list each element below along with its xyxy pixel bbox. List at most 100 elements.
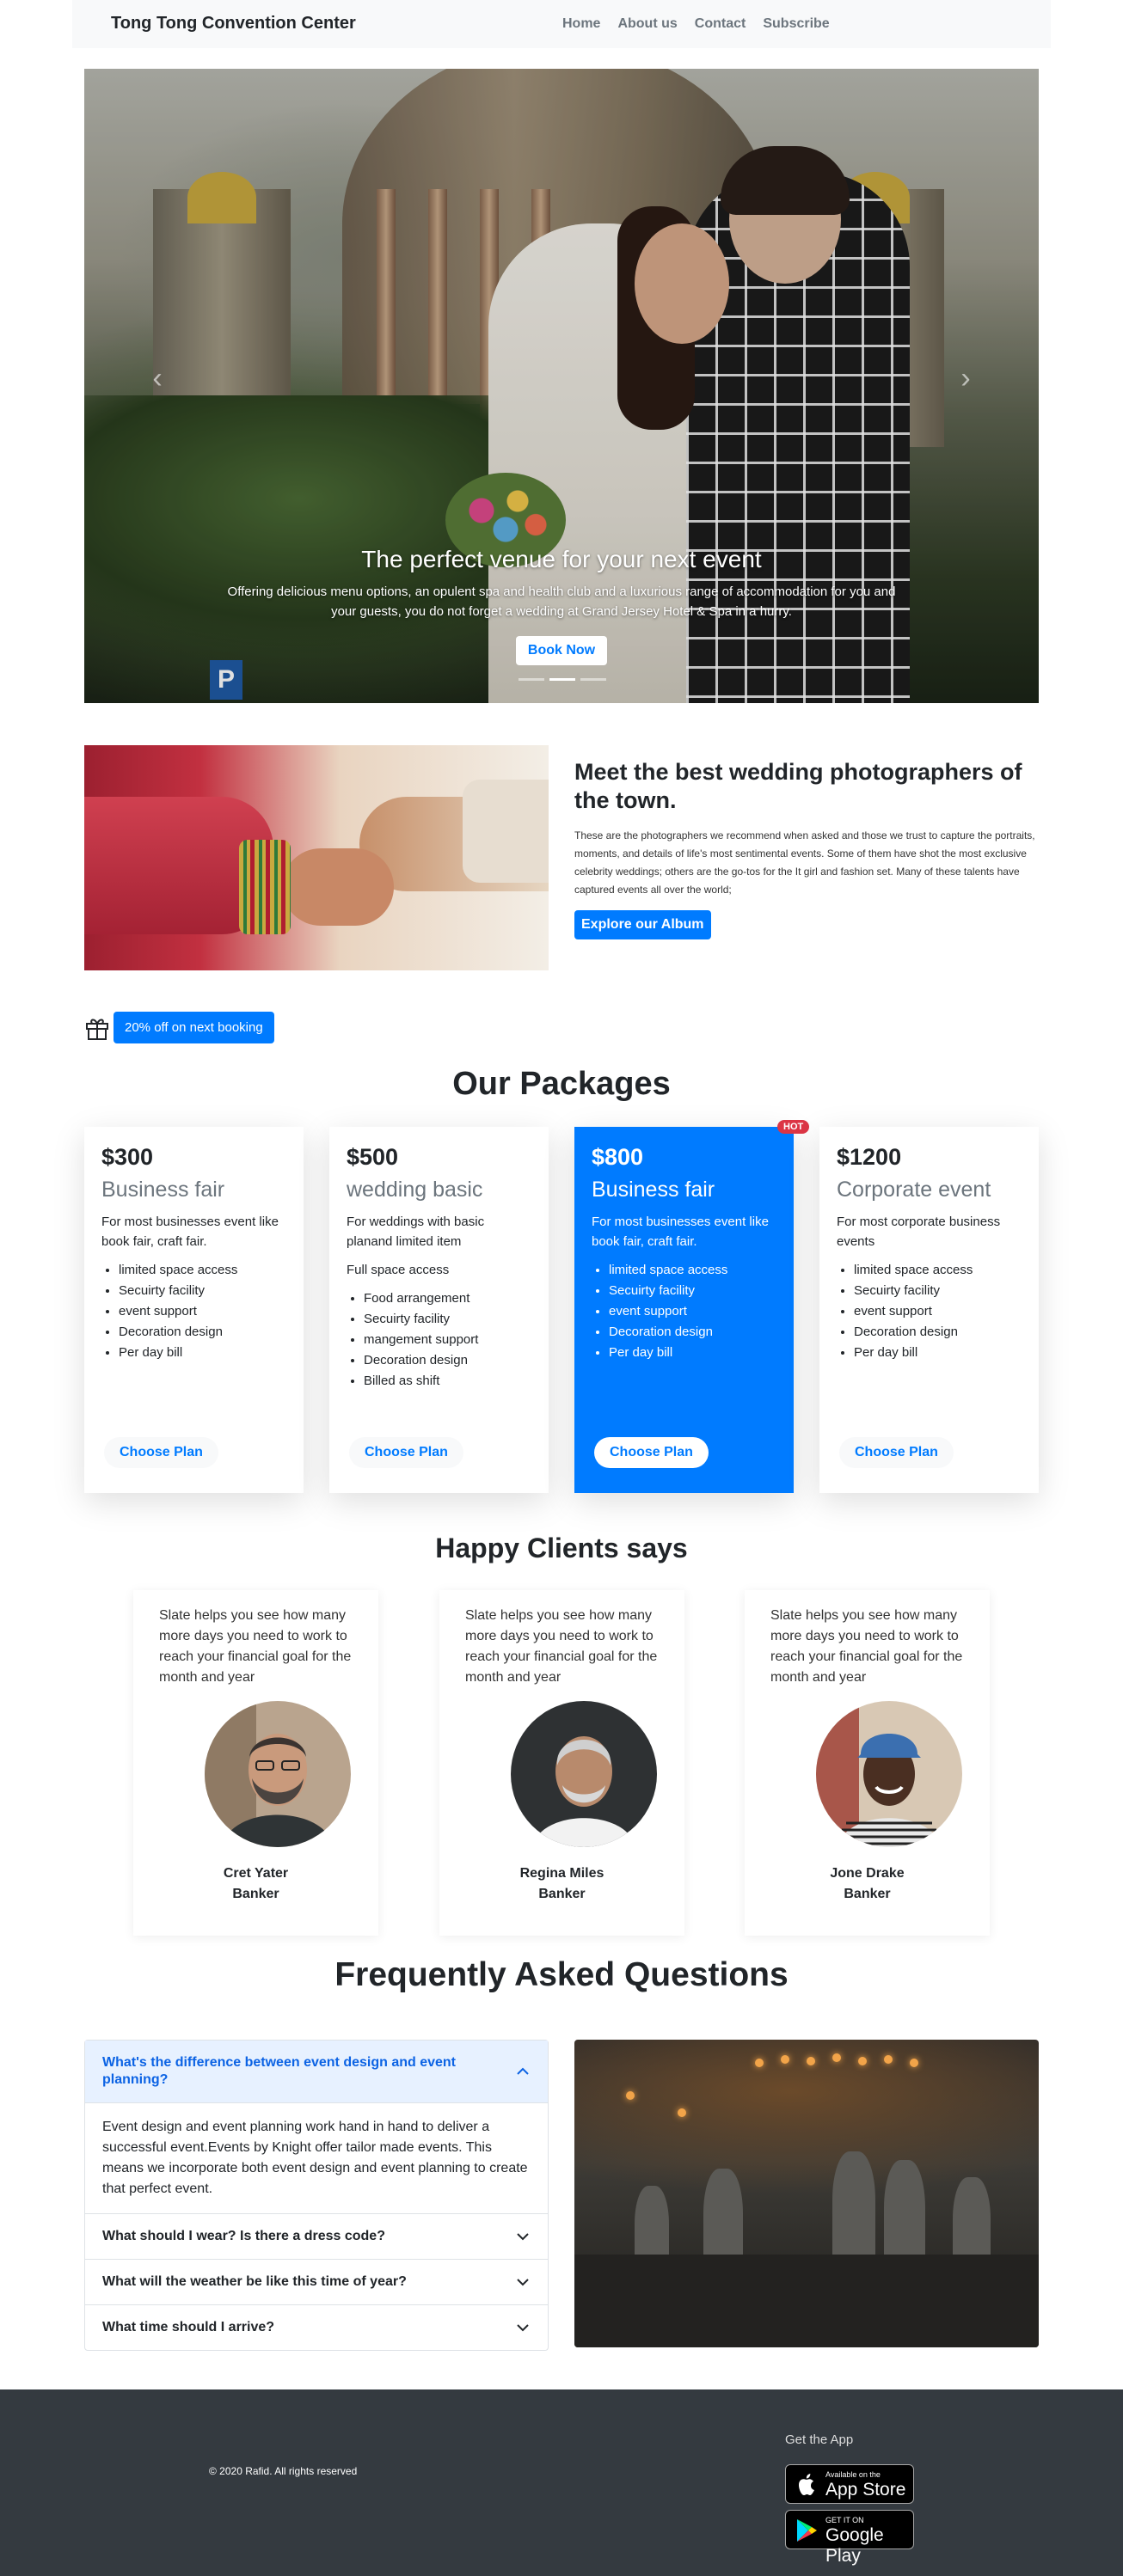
app-store-button[interactable]: Available on the App Store xyxy=(785,2464,914,2504)
package-card: $300 Business fair For most businesses e… xyxy=(84,1127,304,1493)
package-feature: Secuirty facility xyxy=(119,1281,286,1301)
package-description: For most corporate business events xyxy=(837,1215,1001,1249)
avatar xyxy=(816,1701,962,1847)
faq-question[interactable]: What's the difference between event desi… xyxy=(85,2041,548,2103)
package-feature: Secuirty facility xyxy=(854,1281,1022,1301)
package-feature: Decoration design xyxy=(854,1322,1022,1343)
faq-accordion: What's the difference between event desi… xyxy=(84,2040,549,2351)
google-play-button[interactable]: GET IT ON Google Play xyxy=(785,2510,914,2566)
carousel-indicators xyxy=(519,678,606,681)
package-feature: limited space access xyxy=(854,1260,1022,1281)
navbar: Tong Tong Convention Center Home About u… xyxy=(72,0,1051,48)
package-feature: Decoration design xyxy=(364,1350,531,1371)
testimonial-role: Banker xyxy=(232,1887,279,1901)
faq-question-text: What will the weather be like this time … xyxy=(102,2274,407,2289)
promo-badge[interactable]: 20% off on next booking xyxy=(114,1012,274,1043)
avatar xyxy=(205,1701,351,1847)
package-feature: mangement support xyxy=(364,1330,531,1350)
testimonial-role: Banker xyxy=(844,1887,891,1901)
package-price: $300 xyxy=(101,1144,154,1170)
wedding-hands-image xyxy=(84,745,549,970)
chevron-up-icon xyxy=(517,2067,529,2075)
package-feature: Billed as shift xyxy=(364,1371,531,1392)
image-bangles xyxy=(239,840,291,934)
package-feature: event support xyxy=(119,1301,286,1322)
package-price: $1200 xyxy=(837,1144,902,1170)
faq-item: What's the difference between event desi… xyxy=(85,2041,548,2213)
faq-title: Frequently Asked Questions xyxy=(334,1956,789,1993)
nav-links: Home About us Contact Subscribe xyxy=(562,16,830,32)
packages-title: Our Packages xyxy=(452,1066,671,1102)
book-now-button[interactable]: Book Now xyxy=(515,636,608,665)
testimonial-quote: Slate helps you see how many more days y… xyxy=(465,1608,658,1685)
get-app-label: Get the App xyxy=(785,2432,854,2447)
choose-plan-button[interactable]: Choose Plan xyxy=(594,1437,709,1468)
nav-home-link[interactable]: Home xyxy=(562,16,600,32)
faq-item: What time should I arrive? xyxy=(85,2304,548,2350)
package-feature: Per day bill xyxy=(609,1343,776,1363)
package-name: wedding basic xyxy=(347,1178,483,1202)
faq-question[interactable]: What should I wear? Is there a dress cod… xyxy=(85,2214,548,2259)
stage-light xyxy=(678,2108,686,2117)
apple-icon xyxy=(799,2474,814,2495)
google-play-icon xyxy=(797,2519,817,2542)
brand-logo[interactable]: Tong Tong Convention Center xyxy=(111,14,356,34)
avatar xyxy=(511,1701,657,1847)
package-features: Food arrangement Secuirty facility mange… xyxy=(347,1288,531,1392)
nav-subscribe-link[interactable]: Subscribe xyxy=(763,16,829,32)
faq-question-text: What should I wear? Is there a dress cod… xyxy=(102,2229,385,2243)
package-features: limited space access Secuirty facility e… xyxy=(592,1260,776,1363)
choose-plan-button[interactable]: Choose Plan xyxy=(839,1437,954,1468)
package-name: Business fair xyxy=(101,1178,225,1202)
crowd-hand xyxy=(832,2151,875,2272)
stage-light xyxy=(858,2057,867,2065)
faq-answer: Event design and event planning work han… xyxy=(102,2120,528,2196)
faq-question-text: What time should I arrive? xyxy=(102,2320,275,2334)
testimonial-quote: Slate helps you see how many more days y… xyxy=(770,1608,963,1685)
carousel-indicator[interactable] xyxy=(549,678,575,681)
package-features: limited space access Secuirty facility e… xyxy=(101,1260,286,1363)
package-description: For most businesses event like book fair… xyxy=(101,1215,279,1249)
photographers-title: Meet the best wedding photographers of t… xyxy=(574,759,1022,813)
hero-carousel: P ‹ › The perfect venue for your next ev… xyxy=(84,69,1039,703)
package-description: For weddings with basic planand limited … xyxy=(347,1215,485,1249)
carousel-prev-button[interactable]: ‹ xyxy=(140,361,175,395)
package-feature: Secuirty facility xyxy=(364,1309,531,1330)
stage-light xyxy=(884,2055,893,2064)
package-card: $1200 Corporate event For most corporate… xyxy=(819,1127,1039,1493)
explore-album-button[interactable]: Explore our Album xyxy=(574,910,711,939)
faq-question[interactable]: What time should I arrive? xyxy=(85,2305,548,2350)
carousel-next-button[interactable]: › xyxy=(948,361,983,395)
testimonial-card: Slate helps you see how many more days y… xyxy=(439,1590,684,1936)
package-description: For most businesses event like book fair… xyxy=(592,1215,769,1249)
hot-badge: HOT xyxy=(777,1120,810,1134)
hero-caption: The perfect venue for your next event Of… xyxy=(84,546,1039,665)
hero-text: Offering delicious menu options, an opul… xyxy=(227,584,896,619)
google-play-small-text: GET IT ON xyxy=(825,2516,864,2524)
package-feature: limited space access xyxy=(609,1260,776,1281)
image-groom-cuff xyxy=(463,780,549,883)
package-card: $500 wedding basic For weddings with bas… xyxy=(329,1127,549,1493)
faq-question[interactable]: What will the weather be like this time … xyxy=(85,2260,548,2304)
carousel-indicator[interactable] xyxy=(519,678,544,681)
faq-item: What should I wear? Is there a dress cod… xyxy=(85,2213,548,2259)
nav-about-link[interactable]: About us xyxy=(617,16,677,32)
package-feature: Food arrangement xyxy=(364,1288,531,1309)
image-bride-hand xyxy=(282,848,394,926)
stage-light xyxy=(626,2091,635,2100)
stage-light xyxy=(832,2053,841,2062)
package-features: limited space access Secuirty facility e… xyxy=(837,1260,1022,1363)
photographers-text: These are the photographers we recommend… xyxy=(574,829,1035,896)
carousel-indicator[interactable] xyxy=(580,678,606,681)
footer xyxy=(0,2389,1123,2576)
testimonial-name: Regina Miles xyxy=(519,1866,604,1881)
choose-plan-button[interactable]: Choose Plan xyxy=(104,1437,218,1468)
faq-question-text: What's the difference between event desi… xyxy=(102,2055,457,2087)
nav-contact-link[interactable]: Contact xyxy=(695,16,746,32)
chevron-down-icon xyxy=(517,2324,529,2332)
faq-item: What will the weather be like this time … xyxy=(85,2259,548,2304)
app-store-big-text: App Store xyxy=(825,2480,906,2500)
choose-plan-button[interactable]: Choose Plan xyxy=(349,1437,463,1468)
package-feature: event support xyxy=(854,1301,1022,1322)
package-name: Corporate event xyxy=(837,1178,991,1202)
